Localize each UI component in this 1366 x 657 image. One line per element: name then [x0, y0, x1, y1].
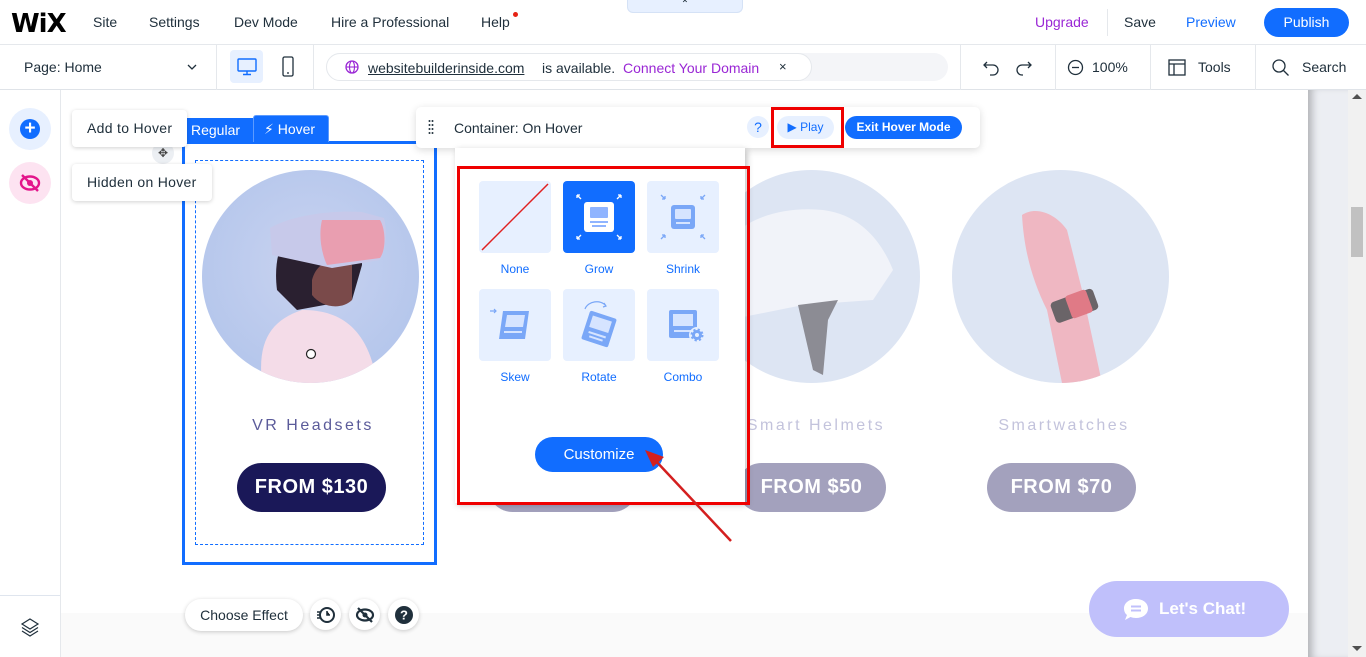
nav-settings[interactable]: Settings — [149, 14, 200, 30]
scroll-up-arrow[interactable] — [1352, 94, 1362, 99]
annotation-highlight-effects — [457, 166, 750, 505]
upgrade-link[interactable]: Upgrade — [1035, 14, 1089, 30]
animation-button[interactable] — [310, 599, 341, 630]
choose-effect-button[interactable]: Choose Effect — [185, 599, 303, 631]
chat-bubble-icon — [1124, 599, 1148, 620]
undo-icon[interactable] — [982, 59, 1000, 77]
nav-hire-professional[interactable]: Hire a Professional — [331, 14, 449, 30]
nav-dev-mode[interactable]: Dev Mode — [234, 14, 298, 30]
vertical-scrollbar[interactable] — [1348, 90, 1366, 657]
move-icon: ✥ — [157, 146, 169, 160]
zoom-level[interactable]: 100% — [1092, 59, 1128, 75]
top-bar: WiX Site Settings Dev Mode Hire a Profes… — [0, 0, 1366, 45]
nav-site[interactable]: Site — [93, 14, 117, 30]
add-elements-button[interactable]: + — [9, 108, 51, 150]
hidden-on-hover-tooltip: Hidden on Hover — [72, 164, 212, 201]
hover-toolbar-title: Container: On Hover — [454, 120, 583, 136]
timer-icon — [317, 607, 335, 623]
editor-toolbar: Page: Home websitebuilderinside.com is a… — [0, 45, 1366, 90]
product-image-smartwatch[interactable] — [952, 170, 1169, 383]
chevron-up-icon: ⌃ — [680, 0, 690, 10]
divider — [216, 45, 217, 90]
save-button[interactable]: Save — [1124, 14, 1156, 30]
divider — [1107, 9, 1108, 36]
notification-dot — [513, 12, 518, 17]
tab-regular[interactable]: Regular — [183, 118, 253, 142]
help-icon: ? — [395, 606, 413, 624]
add-to-hover-tooltip: Add to Hover — [72, 110, 188, 147]
close-icon[interactable]: × — [779, 59, 787, 74]
canvas-right-gutter — [1308, 90, 1348, 657]
divider — [313, 45, 314, 90]
page-selector[interactable]: Page: Home — [24, 59, 102, 75]
scroll-down-arrow[interactable] — [1352, 646, 1362, 651]
tools-icon[interactable] — [1168, 59, 1186, 76]
domain-banner: websitebuilderinside.com is available. C… — [326, 53, 948, 81]
desktop-view-button[interactable] — [230, 50, 263, 83]
chat-label: Let's Chat! — [1159, 599, 1247, 618]
help-button[interactable]: ? — [388, 599, 419, 630]
search-button[interactable]: Search — [1302, 59, 1346, 75]
desktop-icon — [237, 58, 257, 76]
divider — [960, 45, 961, 90]
wix-logo[interactable]: WiX — [11, 9, 67, 39]
svg-text:?: ? — [400, 608, 408, 623]
zoom-out-icon[interactable] — [1067, 59, 1084, 76]
domain-banner-inner: websitebuilderinside.com is available. C… — [326, 53, 812, 81]
price-button[interactable]: FROM $70 — [987, 463, 1136, 512]
divider — [1055, 45, 1056, 90]
smartwatch-photo — [1022, 210, 1102, 383]
annotation-highlight-play — [771, 107, 844, 148]
product-title: Smartwatches — [998, 417, 1130, 434]
container-dashed-outline — [195, 160, 424, 545]
help-button[interactable]: ? — [747, 116, 769, 138]
lightning-icon: ⚡︎ — [264, 121, 278, 137]
divider — [1255, 45, 1256, 90]
nav-help[interactable]: Help — [481, 14, 510, 30]
chevron-down-icon[interactable] — [187, 63, 197, 71]
collapse-toolbar-button[interactable]: ⌃ — [627, 0, 743, 13]
domain-status: is available. — [542, 60, 616, 76]
mobile-icon[interactable] — [277, 55, 299, 79]
layers-icon[interactable] — [20, 617, 40, 637]
tab-hover-label: Hover — [277, 121, 316, 137]
connect-domain-link[interactable]: Connect Your Domain — [623, 60, 759, 76]
domain-link[interactable]: websitebuilderinside.com — [368, 60, 524, 76]
price-button[interactable]: FROM $50 — [737, 463, 886, 512]
chat-button[interactable]: Let's Chat! — [1089, 581, 1289, 637]
hidden-eye-icon — [19, 174, 41, 192]
globe-icon — [345, 60, 359, 74]
left-rail: + — [0, 90, 61, 657]
search-icon[interactable] — [1272, 59, 1290, 77]
publish-button[interactable]: Publish — [1264, 8, 1349, 37]
drag-handle-icon[interactable] — [428, 119, 434, 135]
hidden-eye-icon — [355, 607, 375, 623]
redo-icon[interactable] — [1015, 59, 1033, 77]
preview-button[interactable]: Preview — [1186, 14, 1236, 30]
exit-hover-mode-button[interactable]: Exit Hover Mode — [845, 116, 962, 139]
add-icon: + — [20, 119, 40, 139]
tab-hover[interactable]: ⚡︎ Hover — [253, 115, 329, 142]
hover-mode-toolbar: Container: On Hover ? ▶ Play Exit Hover … — [416, 107, 980, 148]
divider — [0, 595, 60, 596]
hide-button[interactable] — [349, 599, 380, 630]
scrollbar-thumb[interactable] — [1351, 207, 1363, 257]
tools-button[interactable]: Tools — [1198, 59, 1231, 75]
divider — [1150, 45, 1151, 90]
hidden-elements-button[interactable] — [9, 162, 51, 204]
